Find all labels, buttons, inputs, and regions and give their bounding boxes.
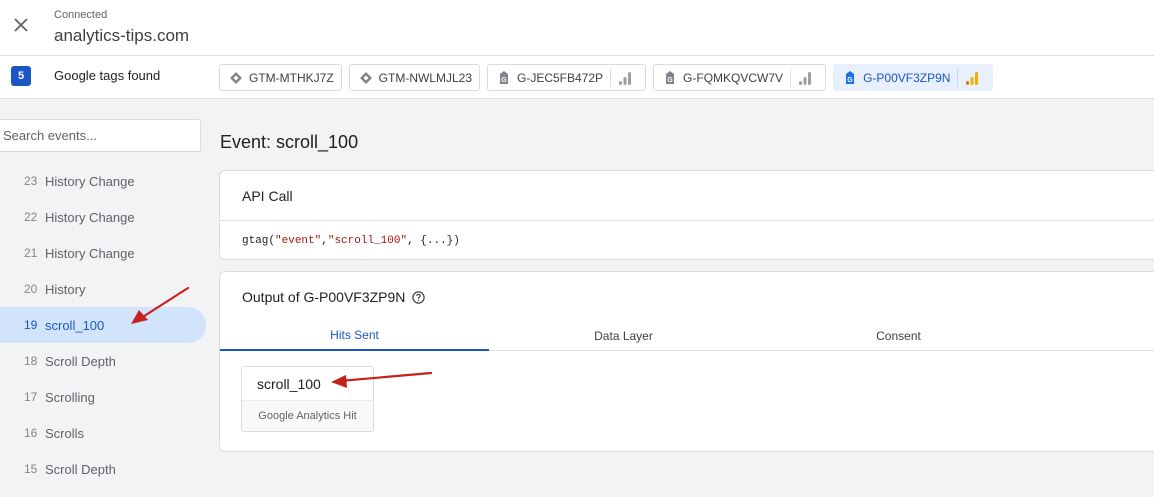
- tag-chip-ga-active[interactable]: G G-P00VF3ZP9N: [833, 64, 994, 91]
- event-number: 17: [24, 390, 38, 404]
- event-list: 23 History Change 22 History Change 21 Hist…: [0, 163, 206, 487]
- hit-card[interactable]: scroll_100 Google Analytics Hit: [241, 366, 374, 432]
- output-card: Output of G-P00VF3ZP9N Hits Sent Data La…: [219, 271, 1154, 452]
- event-item[interactable]: 22 History Change: [0, 199, 206, 235]
- event-number: 19: [24, 318, 38, 332]
- event-title: Event: scroll_100: [220, 132, 359, 152]
- tag-chip-label: GTM-NWLMJL23: [378, 70, 472, 85]
- google-tag-icon: G: [662, 70, 678, 86]
- event-name: History: [45, 281, 86, 297]
- tag-chip-gtm-2[interactable]: GTM-NWLMJL23: [348, 64, 480, 91]
- event-item[interactable]: 23 History Change: [0, 163, 206, 199]
- tab-co[interactable]: Co: [1036, 321, 1154, 351]
- svg-text:G: G: [667, 77, 673, 84]
- event-name: Scroll Depth: [45, 353, 116, 369]
- close-button[interactable]: [8, 12, 34, 38]
- output-heading: Output of G-P00VF3ZP9N: [242, 289, 426, 305]
- tab-hits-sent[interactable]: Hits Sent: [220, 321, 489, 351]
- tag-chip-label: GTM-MTHKJ7Z: [249, 70, 334, 85]
- event-name: Scroll Depth: [45, 461, 116, 477]
- output-tabs: Hits Sent Data Layer Consent Co: [220, 321, 1154, 351]
- event-number: 20: [24, 282, 38, 296]
- event-number: 15: [24, 462, 38, 476]
- analytics-bars-icon: [797, 70, 813, 86]
- search-events-input[interactable]: [0, 119, 201, 152]
- event-number: 22: [24, 210, 38, 224]
- app-header: Connected analytics-tips.com: [0, 0, 1154, 56]
- google-tag-icon: G: [842, 70, 858, 86]
- tag-count-badge: 5: [11, 66, 31, 86]
- tag-chip-gtm-1[interactable]: GTM-MTHKJ7Z: [219, 64, 342, 91]
- tag-chip-ga-1[interactable]: G G-JEC5FB472P: [487, 64, 647, 91]
- tab-consent[interactable]: Consent: [764, 321, 1033, 351]
- event-item[interactable]: 18 Scroll Depth: [0, 343, 206, 379]
- event-name: scroll_100: [45, 317, 105, 333]
- event-number: 21: [24, 246, 38, 260]
- event-item[interactable]: 15 Scroll Depth: [0, 451, 206, 487]
- tags-found-label: Google tags found: [54, 68, 161, 83]
- api-call-card: API Call gtag("event", "scroll_100", {..…: [219, 170, 1154, 260]
- event-name: History Change: [45, 173, 135, 189]
- tag-chip-label: G-JEC5FB472P: [517, 70, 604, 85]
- tag-chip-label: G-P00VF3ZP9N: [863, 70, 951, 85]
- event-item-selected[interactable]: 19 scroll_100: [0, 307, 206, 343]
- tab-data-layer[interactable]: Data Layer: [489, 321, 758, 351]
- event-item[interactable]: 20 History: [0, 271, 206, 307]
- close-icon: [14, 18, 28, 32]
- tag-chip-label: G-FQMKQVCW7V: [683, 70, 784, 85]
- google-tag-icon: G: [496, 70, 512, 86]
- tag-chip-ga-2[interactable]: G G-FQMKQVCW7V: [653, 64, 827, 91]
- event-item[interactable]: 16 Scrolls: [0, 415, 206, 451]
- api-call-code: gtag("event", "scroll_100", {...}): [242, 234, 460, 247]
- output-heading-text: Output of G-P00VF3ZP9N: [242, 289, 406, 305]
- event-item[interactable]: 17 Scrolling: [0, 379, 206, 415]
- analytics-bars-icon: [964, 70, 980, 86]
- tag-bar: 5 Google tags found GTM-MTHKJ7Z GTM-NWLM…: [0, 56, 1154, 99]
- event-name: Scrolling: [45, 389, 95, 405]
- help-icon[interactable]: [412, 290, 426, 304]
- hit-name: scroll_100: [242, 367, 373, 401]
- hit-type: Google Analytics Hit: [242, 401, 373, 431]
- svg-text:G: G: [847, 77, 853, 84]
- event-number: 23: [24, 174, 38, 188]
- event-item[interactable]: 21 History Change: [0, 235, 206, 271]
- event-name: History Change: [45, 245, 135, 261]
- tag-chips: GTM-MTHKJ7Z GTM-NWLMJL23 G G-JEC5FB472P …: [219, 64, 994, 91]
- event-name: Scrolls: [45, 425, 85, 441]
- event-number: 18: [24, 354, 38, 368]
- connection-status: Connected: [54, 9, 108, 21]
- gtm-diamond-icon: [358, 70, 374, 86]
- connected-domain: analytics-tips.com: [54, 26, 190, 45]
- gtm-diamond-icon: [228, 70, 244, 86]
- api-call-heading: API Call: [220, 171, 1154, 221]
- analytics-bars-icon: [617, 70, 633, 86]
- event-name: History Change: [45, 209, 135, 225]
- event-number: 16: [24, 426, 38, 440]
- svg-text:G: G: [501, 77, 507, 84]
